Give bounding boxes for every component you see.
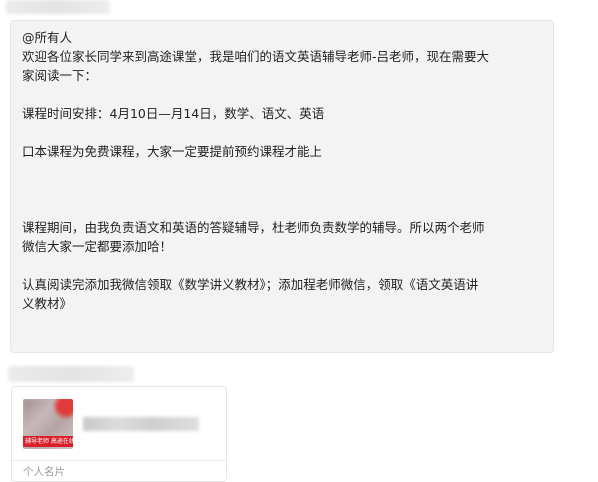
message-line: 口本课程为免费课程，大家一定要提前预约课程才能上 [22,144,323,159]
message-line: @所有人 [22,30,73,45]
message-line [22,199,543,218]
message-line: 微信大家一定都要添加哈！ [22,239,173,254]
message-line: 认真阅读完添加我微信领取《数学讲义教材》；添加程老师微信，领取《语文英语讲 [22,277,479,292]
message-bubble[interactable]: @所有人 欢迎各位家长同学来到高途课堂，我是咱们的语文英语辅导老师-吕老师，现在… [10,20,554,353]
message-line: 家阅读一下： [22,68,98,83]
contact-avatar[interactable]: 辅导老师 高途在线 [23,399,73,449]
message-line [22,161,543,180]
message-line: 欢迎各位家长同学来到高途课堂，我是咱们的语文英语辅导老师-吕老师，现在需要大 [22,49,490,64]
card-sender-name-blurred [8,366,134,382]
message-line [22,180,543,199]
card-divider [12,460,226,461]
message-line: 课程时间安排：4月10日—月14日，数学、语文、英语 [22,106,325,121]
contact-name-blurred [83,417,199,431]
avatar-band-text: 辅导老师 高途在线 [23,436,73,447]
contact-card[interactable]: 辅导老师 高途在线 个人名片 [11,386,227,482]
message-line [22,256,543,275]
message-line: 课程期间，由我负责语文和英语的答疑辅导，杜老师负责数学的辅导。所以两个老师 [22,220,485,235]
card-type-label: 个人名片 [23,466,65,478]
message-line [22,85,543,104]
message-line [22,123,543,142]
message-line: 义教材》 [22,296,73,311]
sender-name-blurred [6,0,110,14]
